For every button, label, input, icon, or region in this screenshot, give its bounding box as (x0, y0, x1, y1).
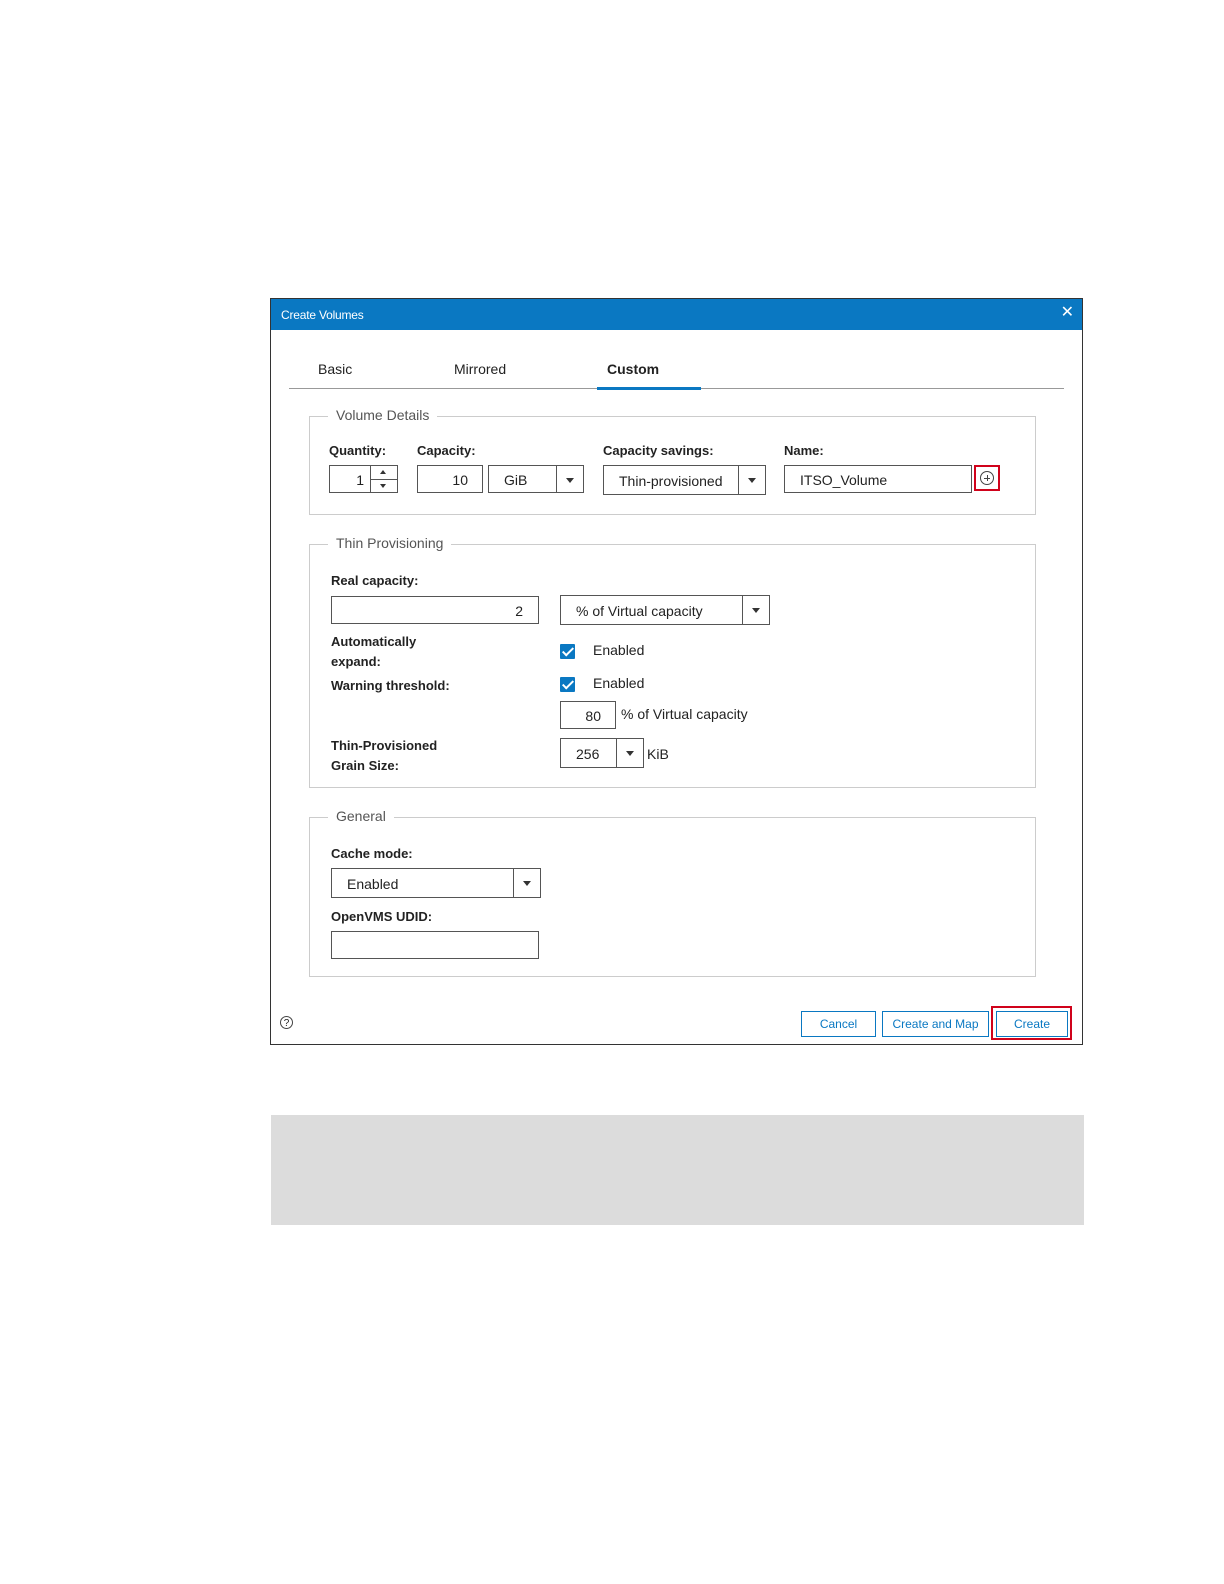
warning-threshold-checkbox[interactable] (560, 677, 575, 692)
tab-custom[interactable]: Custom (607, 361, 659, 377)
dialog-titlebar: Create Volumes ✕ (271, 299, 1082, 330)
add-volume-button[interactable] (974, 465, 1000, 491)
thin-provisioning-section: Thin Provisioning Real capacity: 2 % of … (309, 535, 1036, 788)
capacity-label: Capacity: (417, 443, 476, 458)
name-input[interactable]: ITSO_Volume (784, 465, 972, 493)
create-and-map-button[interactable]: Create and Map (882, 1011, 989, 1037)
cache-mode-label: Cache mode: (331, 846, 413, 861)
thin-provisioning-legend: Thin Provisioning (328, 535, 452, 551)
capacity-unit-value: GiB (504, 472, 528, 488)
auto-expand-label-line1: Automatically (331, 634, 417, 649)
chevron-down-icon (556, 466, 583, 492)
name-label: Name: (784, 443, 824, 458)
grain-size-value: 256 (576, 746, 600, 762)
cancel-button[interactable]: Cancel (801, 1011, 876, 1037)
real-capacity-unit-value: % of Virtual capacity (576, 603, 703, 619)
general-section: General Cache mode: Enabled OpenVMS UDID… (309, 808, 1036, 977)
grain-size-select[interactable]: 256 (560, 738, 644, 768)
warning-threshold-label: Warning threshold: (331, 678, 450, 693)
capacity-unit-select[interactable]: GiB (488, 465, 584, 493)
grain-size-unit: KiB (647, 746, 669, 762)
cache-mode-select[interactable]: Enabled (331, 868, 541, 898)
chevron-down-icon (738, 466, 765, 494)
create-button[interactable]: Create (996, 1011, 1068, 1037)
warning-threshold-unit: % of Virtual capacity (621, 706, 748, 722)
warning-threshold-input[interactable]: 80 (560, 701, 616, 729)
grey-panel (271, 1115, 1084, 1225)
real-capacity-value: 2 (515, 603, 523, 619)
grain-size-label-line2: Grain Size: (331, 758, 399, 773)
real-capacity-input[interactable]: 2 (331, 596, 539, 624)
real-capacity-unit-select[interactable]: % of Virtual capacity (560, 595, 770, 625)
volume-details-section: Volume Details Quantity: 1 Capacity: 10 … (309, 407, 1036, 515)
tab-bar: Basic Mirrored Custom (289, 355, 1064, 390)
warning-threshold-text: Enabled (593, 675, 645, 691)
add-circle-icon (980, 471, 994, 485)
capacity-value: 10 (452, 472, 468, 488)
real-capacity-label: Real capacity: (331, 573, 419, 588)
active-tab-indicator (597, 387, 701, 390)
capacity-savings-value: Thin-provisioned (619, 473, 723, 489)
name-value: ITSO_Volume (800, 472, 888, 488)
capacity-savings-label: Capacity savings: (603, 443, 714, 458)
dialog-title: Create Volumes (281, 308, 364, 322)
openvms-udid-label: OpenVMS UDID: (331, 909, 433, 924)
cache-mode-value: Enabled (347, 876, 399, 892)
increment-icon[interactable] (371, 466, 397, 480)
tab-mirrored[interactable]: Mirrored (454, 361, 506, 377)
warning-threshold-value: 80 (585, 708, 601, 724)
grain-size-label-line1: Thin-Provisioned (331, 738, 438, 753)
tab-basic[interactable]: Basic (318, 361, 352, 377)
help-icon[interactable]: ? (280, 1016, 293, 1029)
chevron-down-icon (513, 869, 540, 897)
decrement-icon[interactable] (371, 479, 397, 492)
auto-expand-label-line2: expand: (331, 654, 381, 669)
quantity-value: 1 (356, 472, 364, 488)
quantity-label: Quantity: (329, 443, 387, 458)
auto-expand-checkbox[interactable] (560, 644, 575, 659)
create-volumes-dialog: Create Volumes ✕ Basic Mirrored Custom V… (270, 298, 1083, 1045)
auto-expand-text: Enabled (593, 642, 645, 658)
quantity-spinner (370, 466, 397, 492)
capacity-input[interactable]: 10 (417, 465, 483, 493)
chevron-down-icon (742, 596, 769, 624)
openvms-udid-input[interactable] (331, 931, 539, 959)
close-icon[interactable]: ✕ (1061, 304, 1074, 322)
quantity-stepper[interactable]: 1 (329, 465, 398, 493)
volume-details-legend: Volume Details (328, 407, 438, 423)
chevron-down-icon (616, 739, 643, 767)
general-legend: General (328, 808, 394, 824)
capacity-savings-select[interactable]: Thin-provisioned (603, 465, 766, 495)
